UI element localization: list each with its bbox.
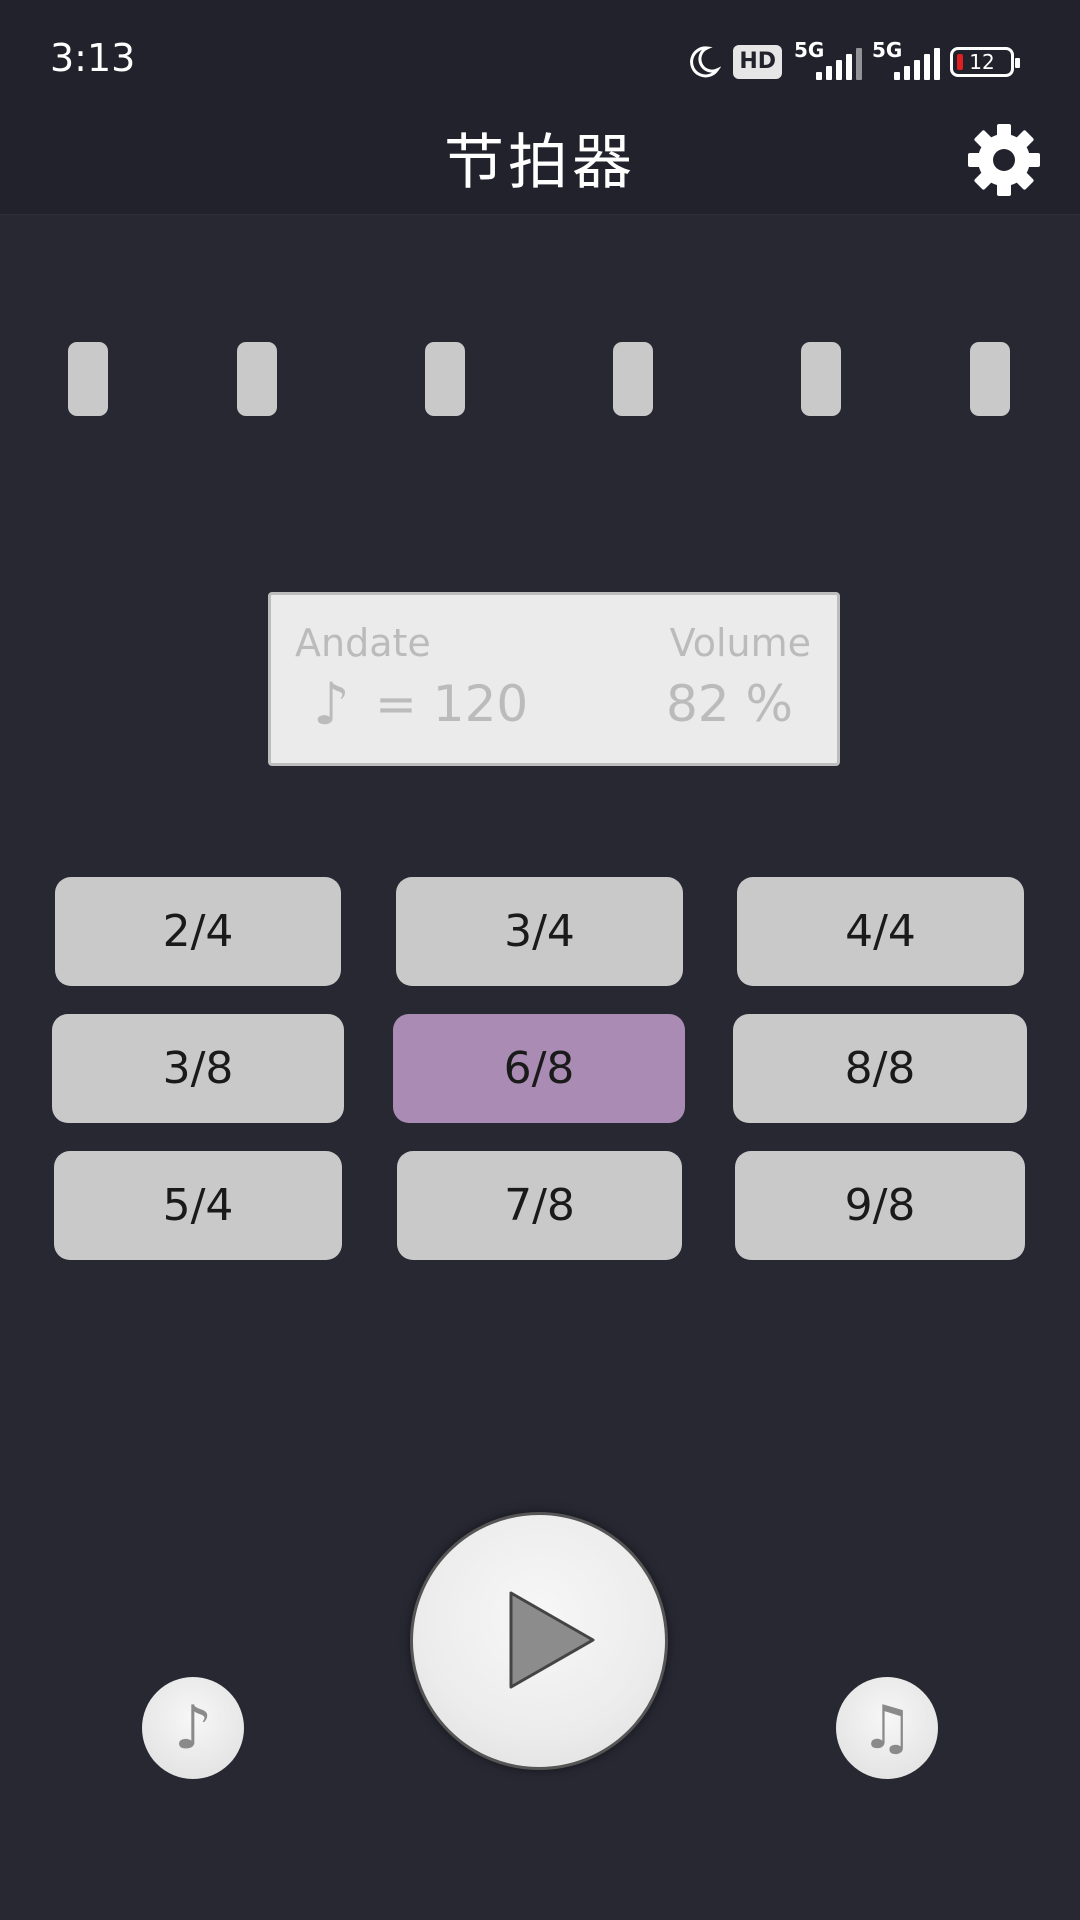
moon-icon xyxy=(690,46,722,78)
app-header: 节拍器 xyxy=(0,100,1080,215)
single-note-icon: ♪ xyxy=(173,1693,213,1763)
hd-icon: HD xyxy=(733,45,782,79)
volume-label: Volume xyxy=(669,621,811,665)
signal-5g-icon: 5G xyxy=(872,38,940,84)
time-signature-button[interactable]: 8/8 xyxy=(733,1014,1027,1123)
status-time: 3:13 xyxy=(50,36,136,80)
signal-5g-icon: 5G xyxy=(794,38,862,84)
beat-indicator xyxy=(801,342,841,416)
beat-indicator xyxy=(613,342,653,416)
battery-icon: 12 xyxy=(950,47,1020,77)
beat-indicator xyxy=(237,342,277,416)
time-signature-button[interactable]: 2/4 xyxy=(55,877,341,986)
beat-indicator xyxy=(68,342,108,416)
double-note-button[interactable]: ♫ xyxy=(836,1677,938,1779)
volume-value: 82 % xyxy=(665,675,793,733)
time-signature-button[interactable]: 4/4 xyxy=(737,877,1024,986)
eighth-note-icon: ♪ xyxy=(313,670,351,738)
double-note-icon: ♫ xyxy=(860,1693,914,1763)
time-signature-button[interactable]: 3/4 xyxy=(396,877,683,986)
time-signature-button-active[interactable]: 6/8 xyxy=(393,1014,685,1123)
beat-indicator xyxy=(425,342,465,416)
tempo-name: Andate xyxy=(295,621,431,665)
page-title: 节拍器 xyxy=(444,128,636,198)
time-signature-button[interactable]: 3/8 xyxy=(52,1014,344,1123)
tempo-volume-panel[interactable]: Andate Volume ♪ = 120 82 % xyxy=(268,592,840,766)
beat-indicator xyxy=(970,342,1010,416)
play-icon xyxy=(509,1591,595,1689)
single-note-button[interactable]: ♪ xyxy=(142,1677,244,1779)
play-button[interactable] xyxy=(410,1512,668,1770)
gear-icon[interactable] xyxy=(966,122,1042,198)
time-signature-button[interactable]: 9/8 xyxy=(735,1151,1025,1260)
status-icons: HD 5G 5G 12 xyxy=(685,38,1020,84)
time-signature-button[interactable]: 5/4 xyxy=(54,1151,342,1260)
bpm-value: = 120 xyxy=(375,675,529,733)
battery-level: 12 xyxy=(969,50,995,74)
time-signature-button[interactable]: 7/8 xyxy=(397,1151,682,1260)
